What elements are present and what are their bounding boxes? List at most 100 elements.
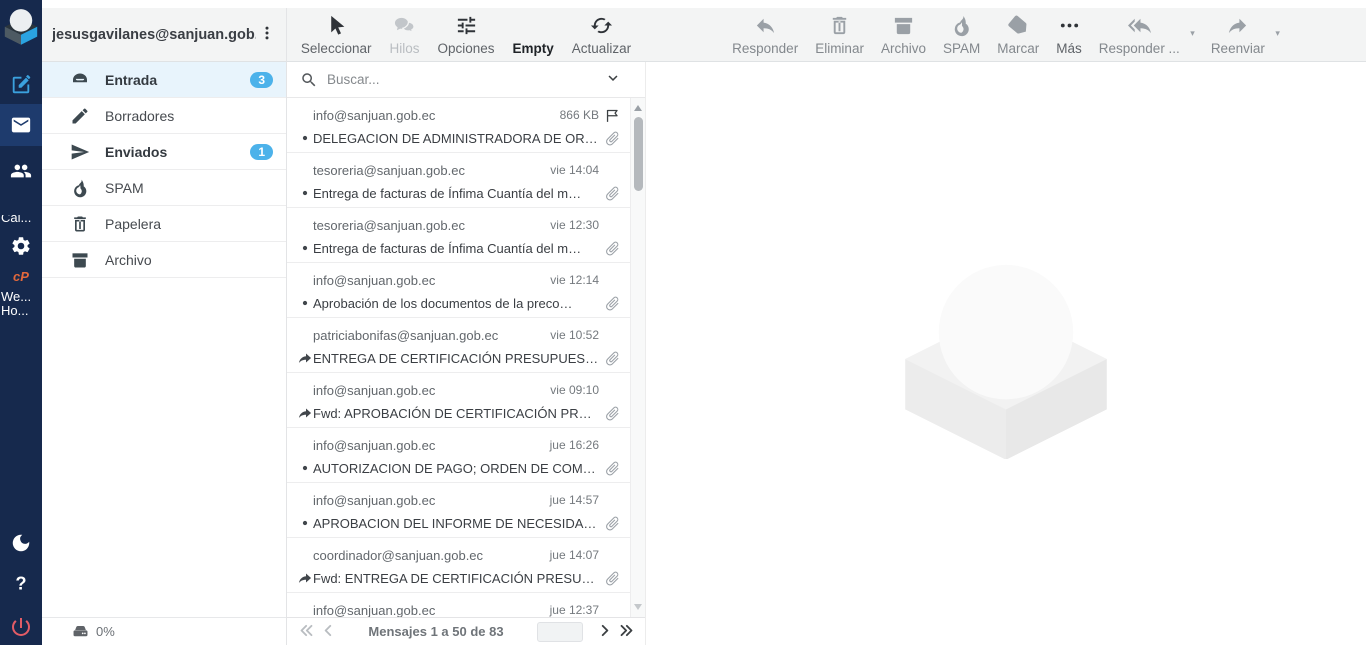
folder-item-enviados[interactable]: Enviados 1: [42, 134, 286, 170]
flag-slot[interactable]: [601, 381, 621, 399]
message-subject: ENTREGA DE CERTIFICACIÓN PRESUPUEST…: [313, 351, 599, 366]
folder-item-spam[interactable]: SPAM: [42, 170, 286, 206]
settings-nav-button[interactable]: [0, 232, 42, 260]
moon-icon: [10, 532, 32, 554]
quota-footer: 0%: [42, 617, 286, 645]
message-subject: APROBACION DEL INFORME DE NECESIDA…: [313, 516, 599, 531]
search-options-toggle[interactable]: [601, 68, 625, 92]
sent-icon: [70, 142, 90, 162]
dropdown-caret-icon[interactable]: ▾: [1275, 28, 1280, 39]
logout-button[interactable]: [0, 612, 42, 642]
first-page-button[interactable]: [295, 621, 317, 643]
folder-label: Archivo: [105, 252, 152, 268]
message-subject: Entrega de facturas de Ínfima Cuantía de…: [313, 241, 599, 256]
toolbar-button-label: SPAM: [943, 41, 980, 56]
flag-slot[interactable]: [601, 271, 621, 289]
message-row[interactable]: tesoreria@sanjuan.gob.ec vie 14:04 Entre…: [287, 153, 645, 208]
toolbar-button-responder[interactable]: Responder: [730, 12, 800, 56]
toolbar-button-spam[interactable]: SPAM: [941, 12, 982, 56]
refresh-icon: [590, 14, 613, 37]
calendar-nav-link[interactable]: Cal...: [0, 215, 42, 227]
search-input[interactable]: [327, 72, 601, 87]
search-icon: [300, 71, 318, 89]
mail-nav-button[interactable]: [0, 104, 42, 146]
message-row[interactable]: info@sanjuan.gob.ec jue 16:26 AUTORIZACI…: [287, 428, 645, 483]
search-bar: [287, 62, 645, 98]
dropdown-caret-icon[interactable]: ▾: [1190, 28, 1195, 39]
toolbar-button-reenviar[interactable]: Reenviar ▾: [1209, 12, 1267, 56]
attachment-icon: [601, 404, 621, 422]
help-button[interactable]: ?: [0, 571, 42, 597]
scrollbar-thumb[interactable]: [634, 117, 643, 191]
message-row[interactable]: patriciabonifas@sanjuan.gob.ec vie 10:52…: [287, 318, 645, 373]
toolbar-button-hilos[interactable]: Hilos: [387, 12, 421, 56]
flag-slot[interactable]: [601, 161, 621, 179]
flag-slot[interactable]: [601, 601, 621, 617]
unread-badge: 1: [250, 144, 273, 160]
toolbar-button-archivo[interactable]: Archivo: [879, 12, 928, 56]
unread-dot-icon: [297, 185, 313, 201]
message-row[interactable]: info@sanjuan.gob.ec vie 09:10 Fwd: APROB…: [287, 373, 645, 428]
contacts-nav-button[interactable]: [0, 155, 42, 187]
account-menu-button[interactable]: [256, 20, 278, 50]
list-toolbar: Seleccionar Hilos Opciones Empty Actuali…: [287, 8, 645, 62]
toolbar-button-eliminar[interactable]: Eliminar: [813, 12, 866, 56]
message-subject: Aprobación de los documentos de la preco…: [313, 296, 599, 311]
flag-icon[interactable]: [601, 106, 621, 124]
compose-button[interactable]: [0, 70, 42, 100]
toolbar-button-label: Eliminar: [815, 41, 864, 56]
toolbar-button-label: Responder ...: [1099, 41, 1180, 56]
message-row[interactable]: info@sanjuan.gob.ec jue 12:37: [287, 593, 645, 617]
folder-item-papelera[interactable]: Papelera: [42, 206, 286, 242]
flag-slot[interactable]: [601, 491, 621, 509]
trash-icon: [828, 14, 851, 37]
toolbar-button-más[interactable]: Más: [1054, 12, 1084, 56]
message-row[interactable]: info@sanjuan.gob.ec jue 14:57 APROBACION…: [287, 483, 645, 538]
prev-page-button[interactable]: [317, 621, 339, 643]
options-icon: [455, 14, 478, 37]
scroll-up-arrow-icon[interactable]: [634, 105, 642, 111]
message-sender: info@sanjuan.gob.ec: [313, 273, 542, 288]
toolbar-button-actualizar[interactable]: Actualizar: [570, 12, 633, 56]
toolbar-button-empty[interactable]: Empty: [511, 12, 556, 56]
attachment-icon: [601, 184, 621, 202]
account-header: jesusgavilanes@sanjuan.gob.ec: [42, 8, 287, 62]
message-row[interactable]: coordinador@sanjuan.gob.ec jue 14:07 Fwd…: [287, 538, 645, 593]
message-row[interactable]: info@sanjuan.gob.ec vie 12:14 Aprobación…: [287, 263, 645, 318]
roundcube-logo: [3, 6, 39, 52]
message-row[interactable]: info@sanjuan.gob.ec 866 KB DELEGACION DE…: [287, 98, 645, 153]
attachment-icon: [601, 569, 621, 587]
dark-mode-button[interactable]: [0, 528, 42, 558]
flag-slot[interactable]: [601, 546, 621, 564]
folder-label: Papelera: [105, 216, 161, 232]
flag-slot[interactable]: [601, 436, 621, 454]
toolbar-button-responder[interactable]: Responder ... ▾: [1097, 12, 1182, 56]
webmail-home-link[interactable]: We... Ho...: [0, 290, 42, 318]
cpanel-icon[interactable]: cP: [13, 269, 29, 284]
toolbar-button-opciones[interactable]: Opciones: [435, 12, 496, 56]
message-row[interactable]: tesoreria@sanjuan.gob.ec vie 12:30 Entre…: [287, 208, 645, 263]
folder-item-borradores[interactable]: Borradores: [42, 98, 286, 134]
scroll-down-arrow-icon[interactable]: [634, 604, 642, 610]
folder-item-entrada[interactable]: Entrada 3: [42, 62, 286, 98]
message-subject: Entrega de facturas de Ínfima Cuantía de…: [313, 186, 599, 201]
toolbar-button-label: Opciones: [437, 41, 494, 56]
attachment-icon: [601, 129, 621, 147]
page-number-input[interactable]: [537, 622, 583, 642]
message-sender: tesoreria@sanjuan.gob.ec: [313, 163, 542, 178]
flag-slot[interactable]: [601, 326, 621, 344]
trash-icon: [70, 214, 90, 234]
next-page-button[interactable]: [593, 621, 615, 643]
folder-item-archivo[interactable]: Archivo: [42, 242, 286, 278]
pagination-label: Mensajes 1 a 50 de 83: [339, 624, 533, 639]
double-chevron-left-icon: [298, 622, 315, 642]
toolbar-button-marcar[interactable]: Marcar: [995, 12, 1041, 56]
last-page-button[interactable]: [615, 621, 637, 643]
flag-slot[interactable]: [601, 216, 621, 234]
spam-icon: [70, 178, 90, 198]
list-scrollbar[interactable]: [630, 98, 645, 617]
toolbar-button-seleccionar[interactable]: Seleccionar: [299, 12, 374, 56]
toolbar-button-label: Archivo: [881, 41, 926, 56]
pointer-icon: [325, 14, 348, 37]
webmail-app: Cal... cP We... Ho... ? jesusgavilanes@s…: [0, 0, 1366, 645]
